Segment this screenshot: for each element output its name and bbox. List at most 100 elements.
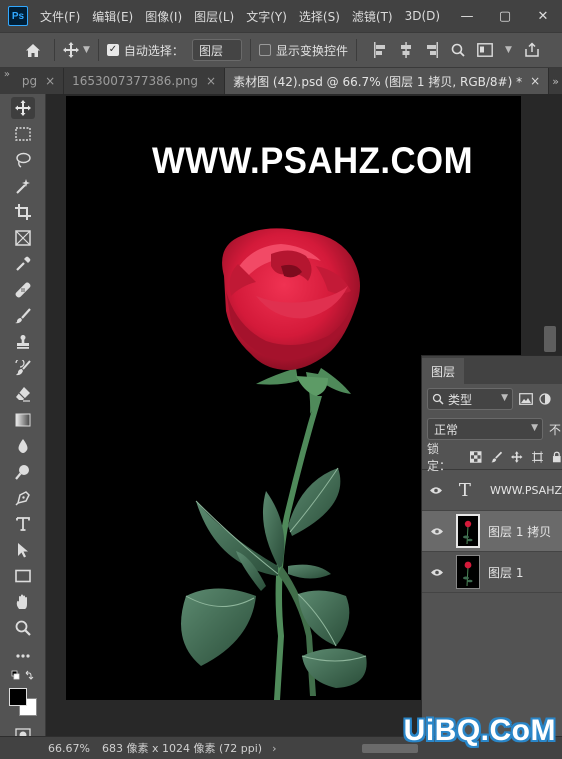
menu-select[interactable]: 选择(S) <box>293 8 346 25</box>
menu-filter[interactable]: 滤镜(T) <box>346 8 399 25</box>
lasso-tool-icon[interactable] <box>11 149 35 171</box>
minimize-button[interactable]: — <box>448 0 486 32</box>
dodge-tool-icon[interactable] <box>11 461 35 483</box>
tab-close-icon[interactable]: × <box>530 74 540 88</box>
layer-thumbnail <box>456 555 480 589</box>
menu-3d[interactable]: 3D(D) <box>399 9 446 23</box>
align-left-icon[interactable] <box>373 42 387 58</box>
more-tools-icon[interactable] <box>11 645 35 667</box>
align-right-icon[interactable] <box>425 42 439 58</box>
rectangle-tool-icon[interactable] <box>11 565 35 587</box>
layers-panel-header: 图层 <box>422 356 562 384</box>
hand-tool-icon[interactable] <box>11 591 35 613</box>
layer-row-selected[interactable]: 图层 1 拷贝 <box>422 511 562 552</box>
pen-tool-icon[interactable] <box>11 487 35 509</box>
lock-pixels-icon[interactable] <box>491 451 503 463</box>
zoom-tool-icon[interactable] <box>11 617 35 639</box>
blend-mode-value: 正常 <box>434 422 459 437</box>
menu-bar: Ps 文件(F) 编辑(E) 图像(I) 图层(L) 文字(Y) 选择(S) 滤… <box>0 0 562 32</box>
tab-document-active[interactable]: 素材图 (42).psd @ 66.7% (图层 1 拷贝, RGB/8#) *… <box>225 68 550 94</box>
healing-brush-tool-icon[interactable] <box>11 279 35 301</box>
tab-label: pg <box>21 74 38 88</box>
chevron-down-icon: ▼ <box>531 423 538 433</box>
eyedropper-tool-icon[interactable] <box>11 253 35 275</box>
close-button[interactable]: ✕ <box>524 0 562 32</box>
tab-document-2[interactable]: 1653007377386.png × <box>64 68 226 94</box>
eraser-tool-icon[interactable] <box>11 383 35 405</box>
path-selection-tool-icon[interactable] <box>11 539 35 561</box>
lock-artboard-icon[interactable] <box>531 450 544 463</box>
auto-select-label: 自动选择： <box>123 43 184 58</box>
layer-thumbnail <box>456 514 480 548</box>
auto-select-target-dropdown[interactable]: 图层 <box>191 39 242 61</box>
status-menu-arrow[interactable]: › <box>272 742 276 755</box>
layer-name: 图层 1 <box>488 565 524 580</box>
tab-overflow-left[interactable]: » <box>0 68 14 94</box>
layer-row-text[interactable]: T WWW.PSAHZ <box>422 470 562 511</box>
tab-overflow-right[interactable]: » <box>549 68 562 94</box>
tab-document-1[interactable]: pg × <box>13 68 65 94</box>
align-controls: ▼ <box>373 42 540 58</box>
clone-stamp-tool-icon[interactable] <box>11 331 35 353</box>
options-bar: ▼ ✓ 自动选择： 图层 显示变换控件 ▼ <box>0 32 562 68</box>
move-tool-preset[interactable]: ▼ <box>63 42 90 58</box>
adjustment-filter-icon[interactable] <box>539 393 551 405</box>
foreground-color-swatch[interactable] <box>9 688 27 706</box>
type-tool-icon[interactable] <box>11 513 35 535</box>
frame-tool-icon[interactable] <box>11 227 35 249</box>
marquee-tool-icon[interactable] <box>11 123 35 145</box>
zoom-level[interactable]: 66.67% <box>48 742 96 755</box>
blur-tool-icon[interactable] <box>11 435 35 457</box>
divider <box>54 39 55 61</box>
transform-controls-checkbox[interactable] <box>258 44 271 56</box>
image-filter-icon[interactable] <box>519 393 533 405</box>
workspace-icon[interactable] <box>477 43 493 57</box>
magic-wand-tool-icon[interactable] <box>11 175 35 197</box>
text-layer-icon: T <box>458 479 471 501</box>
lock-all-icon[interactable] <box>552 451 562 463</box>
search-icon[interactable] <box>451 42 465 58</box>
move-tool-icon[interactable] <box>11 97 35 119</box>
auto-select-checkbox[interactable]: ✓ <box>106 44 119 56</box>
menu-image[interactable]: 图像(I) <box>139 8 188 25</box>
layer-row-base[interactable]: 图层 1 <box>422 552 562 593</box>
layer-name: 图层 1 拷贝 <box>488 524 552 539</box>
layers-panel: 图层 类型 ▼ 正常 ▼ 不 锁定： T WWW.PSAHZ 图层 1 拷贝 图… <box>421 355 562 736</box>
layer-name: WWW.PSAHZ <box>489 483 562 497</box>
share-icon[interactable] <box>524 42 540 58</box>
lock-position-icon[interactable] <box>511 450 523 463</box>
divider <box>249 39 251 61</box>
align-center-icon[interactable] <box>399 42 413 58</box>
photoshop-logo: Ps <box>8 6 28 26</box>
blend-mode-dropdown[interactable]: 正常 ▼ <box>427 418 543 440</box>
color-swatches[interactable] <box>9 688 39 716</box>
default-colors-icon[interactable] <box>11 669 35 683</box>
tab-close-icon[interactable]: × <box>45 74 55 88</box>
chevron-down-icon: ▼ <box>501 393 508 403</box>
menu-type[interactable]: 文字(Y) <box>240 8 293 25</box>
document-tab-bar: » pg × 1653007377386.png × 素材图 (42).psd … <box>0 68 562 94</box>
chevron-down-icon[interactable]: ▼ <box>505 45 512 55</box>
history-brush-tool-icon[interactable] <box>11 357 35 379</box>
scrollbar-thumb[interactable] <box>544 326 556 352</box>
layer-filter-row: 类型 ▼ <box>422 384 562 414</box>
lock-label: 锁定： <box>427 441 452 473</box>
menu-edit[interactable]: 编辑(E) <box>86 8 139 25</box>
brush-tool-icon[interactable] <box>11 305 35 327</box>
crop-tool-icon[interactable] <box>11 201 35 223</box>
visibility-eye-icon[interactable] <box>422 527 452 536</box>
tab-layers[interactable]: 图层 <box>422 358 465 384</box>
visibility-eye-icon[interactable] <box>422 486 450 495</box>
maximize-button[interactable]: ▢ <box>486 0 524 32</box>
gradient-tool-icon[interactable] <box>11 409 35 431</box>
menu-file[interactable]: 文件(F) <box>34 8 86 25</box>
tab-label: 1653007377386.png <box>72 74 199 88</box>
home-icon[interactable] <box>20 38 46 62</box>
visibility-eye-icon[interactable] <box>422 568 452 577</box>
menu-layer[interactable]: 图层(L) <box>188 8 240 25</box>
transform-controls-label: 显示变换控件 <box>275 43 348 58</box>
lock-transparency-icon[interactable] <box>470 450 482 463</box>
layer-filter-dropdown[interactable]: 类型 ▼ <box>427 388 513 410</box>
divider <box>355 39 357 61</box>
tab-close-icon[interactable]: × <box>206 74 216 88</box>
